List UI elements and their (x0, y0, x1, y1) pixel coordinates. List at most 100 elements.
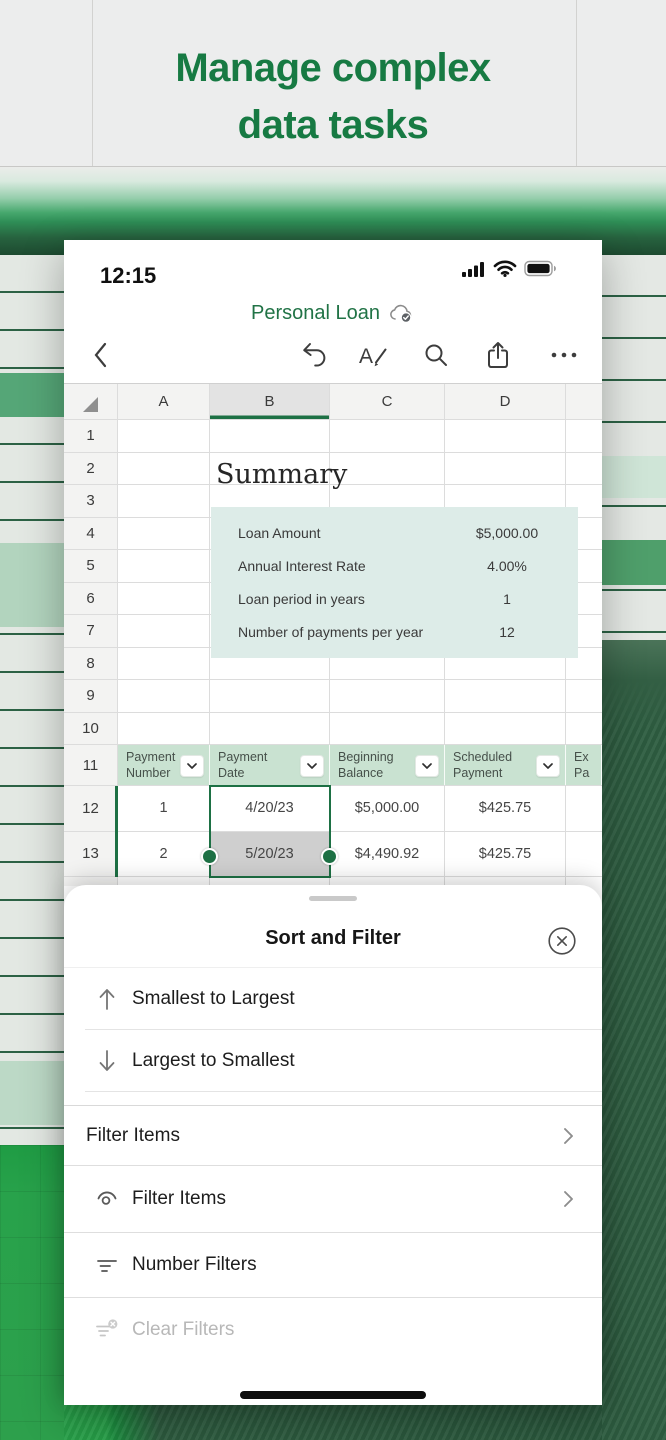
drag-handle[interactable] (309, 896, 357, 901)
cell[interactable] (118, 453, 210, 485)
column-header-a[interactable]: A (118, 384, 210, 419)
background-left-grid (0, 1145, 64, 1440)
row-header-2[interactable]: 2 (64, 453, 118, 485)
filter-header-payment-number[interactable]: PaymentNumber (118, 745, 210, 785)
sort-filter-menu: Smallest to Largest Largest to Smallest … (64, 967, 602, 1362)
cell[interactable] (210, 680, 330, 712)
cell[interactable] (566, 420, 602, 452)
search-button[interactable] (418, 337, 454, 373)
row-header-11[interactable]: 11 (64, 745, 118, 785)
cell[interactable]: $425.75 (445, 832, 566, 877)
cell[interactable] (210, 420, 330, 452)
undo-button[interactable] (296, 337, 332, 373)
select-all-button[interactable] (64, 384, 118, 419)
cell[interactable] (118, 550, 210, 582)
row-header-9[interactable]: 9 (64, 680, 118, 712)
filter-dropdown-button[interactable] (300, 755, 324, 777)
menu-item-clear-filters-disabled: Clear Filters (64, 1298, 602, 1362)
row-header-8[interactable]: 8 (64, 648, 118, 680)
column-header-d[interactable]: D (445, 384, 566, 419)
share-button[interactable] (480, 337, 516, 373)
cell[interactable] (210, 713, 330, 745)
header-line: Beginning (338, 749, 394, 765)
cell[interactable] (118, 518, 210, 550)
column-header-b-selected[interactable]: B (210, 384, 330, 419)
battery-icon (524, 260, 558, 277)
cell[interactable]: $4,490.92 (330, 832, 445, 877)
menu-item-label: Clear Filters (132, 1319, 234, 1341)
background-right-texture (602, 640, 666, 1440)
cell[interactable] (118, 680, 210, 712)
cell[interactable] (445, 680, 566, 712)
cell[interactable] (330, 680, 445, 712)
clock: 12:15 (100, 263, 156, 289)
menu-item-number-filters[interactable]: Number Filters (64, 1233, 602, 1298)
background-right-rows (602, 255, 666, 640)
cell[interactable]: $425.75 (445, 786, 566, 831)
cell[interactable] (445, 713, 566, 745)
filter-dropdown-button[interactable] (415, 755, 439, 777)
cell[interactable] (118, 583, 210, 615)
cell[interactable]: 1 (118, 786, 210, 831)
formatting-button[interactable]: A (356, 337, 392, 373)
row-header-3[interactable]: 3 (64, 485, 118, 517)
menu-item-filter-items[interactable]: Filter Items (64, 1106, 602, 1166)
home-indicator[interactable] (240, 1391, 426, 1399)
selection-handle-left[interactable] (201, 848, 218, 865)
cell[interactable] (566, 453, 602, 485)
close-button[interactable] (547, 926, 577, 956)
filter-dropdown-button[interactable] (536, 755, 560, 777)
menu-item-label: Number Filters (132, 1254, 257, 1276)
cell[interactable] (445, 420, 566, 452)
row-header-4[interactable]: 4 (64, 518, 118, 550)
row-header-6[interactable]: 6 (64, 583, 118, 615)
cell[interactable]: $5,000.00 (330, 786, 445, 831)
filter-dropdown-button[interactable] (180, 755, 204, 777)
filter-header-extra-payment-partial[interactable]: ExPa (566, 745, 602, 785)
filter-header-scheduled-payment[interactable]: ScheduledPayment (445, 745, 566, 785)
menu-item-filter-items-preview[interactable]: Filter Items (64, 1166, 602, 1233)
menu-item-label: Filter Items (132, 1188, 226, 1210)
cell[interactable] (118, 485, 210, 517)
cell[interactable] (118, 648, 210, 680)
more-options-button[interactable] (546, 337, 582, 373)
status-icons (462, 260, 558, 277)
cell[interactable] (566, 713, 602, 745)
row-header-12[interactable]: 12 (64, 786, 118, 831)
select-all-triangle-icon (83, 397, 98, 412)
headline-line2: data tasks (0, 97, 666, 154)
cell[interactable] (118, 420, 210, 452)
cell[interactable] (566, 786, 602, 831)
selection-handle-right[interactable] (321, 848, 338, 865)
filter-header-payment-date[interactable]: PaymentDate (210, 745, 330, 785)
row-header-7[interactable]: 7 (64, 615, 118, 647)
cell[interactable] (330, 420, 445, 452)
undo-icon (300, 341, 328, 369)
clear-filter-icon (94, 1317, 120, 1343)
cell[interactable] (566, 680, 602, 712)
cell-selection-border (209, 785, 331, 878)
filter-header-beginning-balance[interactable]: BeginningBalance (330, 745, 445, 785)
row-header-13[interactable]: 13 (64, 832, 118, 877)
summary-label: Loan period in years (211, 591, 365, 607)
menu-item-sort-descending[interactable]: Largest to Smallest (64, 1030, 602, 1092)
back-button[interactable] (82, 337, 118, 373)
cell[interactable] (330, 713, 445, 745)
cell[interactable] (118, 615, 210, 647)
cell[interactable] (566, 832, 602, 877)
cell[interactable] (445, 453, 566, 485)
cell[interactable]: 2 (118, 832, 210, 877)
column-header-e-partial[interactable] (566, 384, 602, 419)
spreadsheet-grid[interactable]: A B C D 1 2 3 4 5 (64, 383, 602, 886)
background-left-rows (0, 255, 64, 1145)
loan-summary-box: Loan Amount $5,000.00 Annual Interest Ra… (211, 507, 578, 658)
column-header-c[interactable]: C (330, 384, 445, 419)
document-title[interactable]: Personal Loan (251, 302, 380, 325)
row-header-1[interactable]: 1 (64, 420, 118, 452)
row-header-5[interactable]: 5 (64, 550, 118, 582)
summary-heading: Summary (216, 459, 347, 490)
background-bottom-strip (64, 1405, 602, 1440)
cell[interactable] (118, 713, 210, 745)
menu-item-sort-ascending[interactable]: Smallest to Largest (64, 968, 602, 1030)
row-header-10[interactable]: 10 (64, 713, 118, 745)
